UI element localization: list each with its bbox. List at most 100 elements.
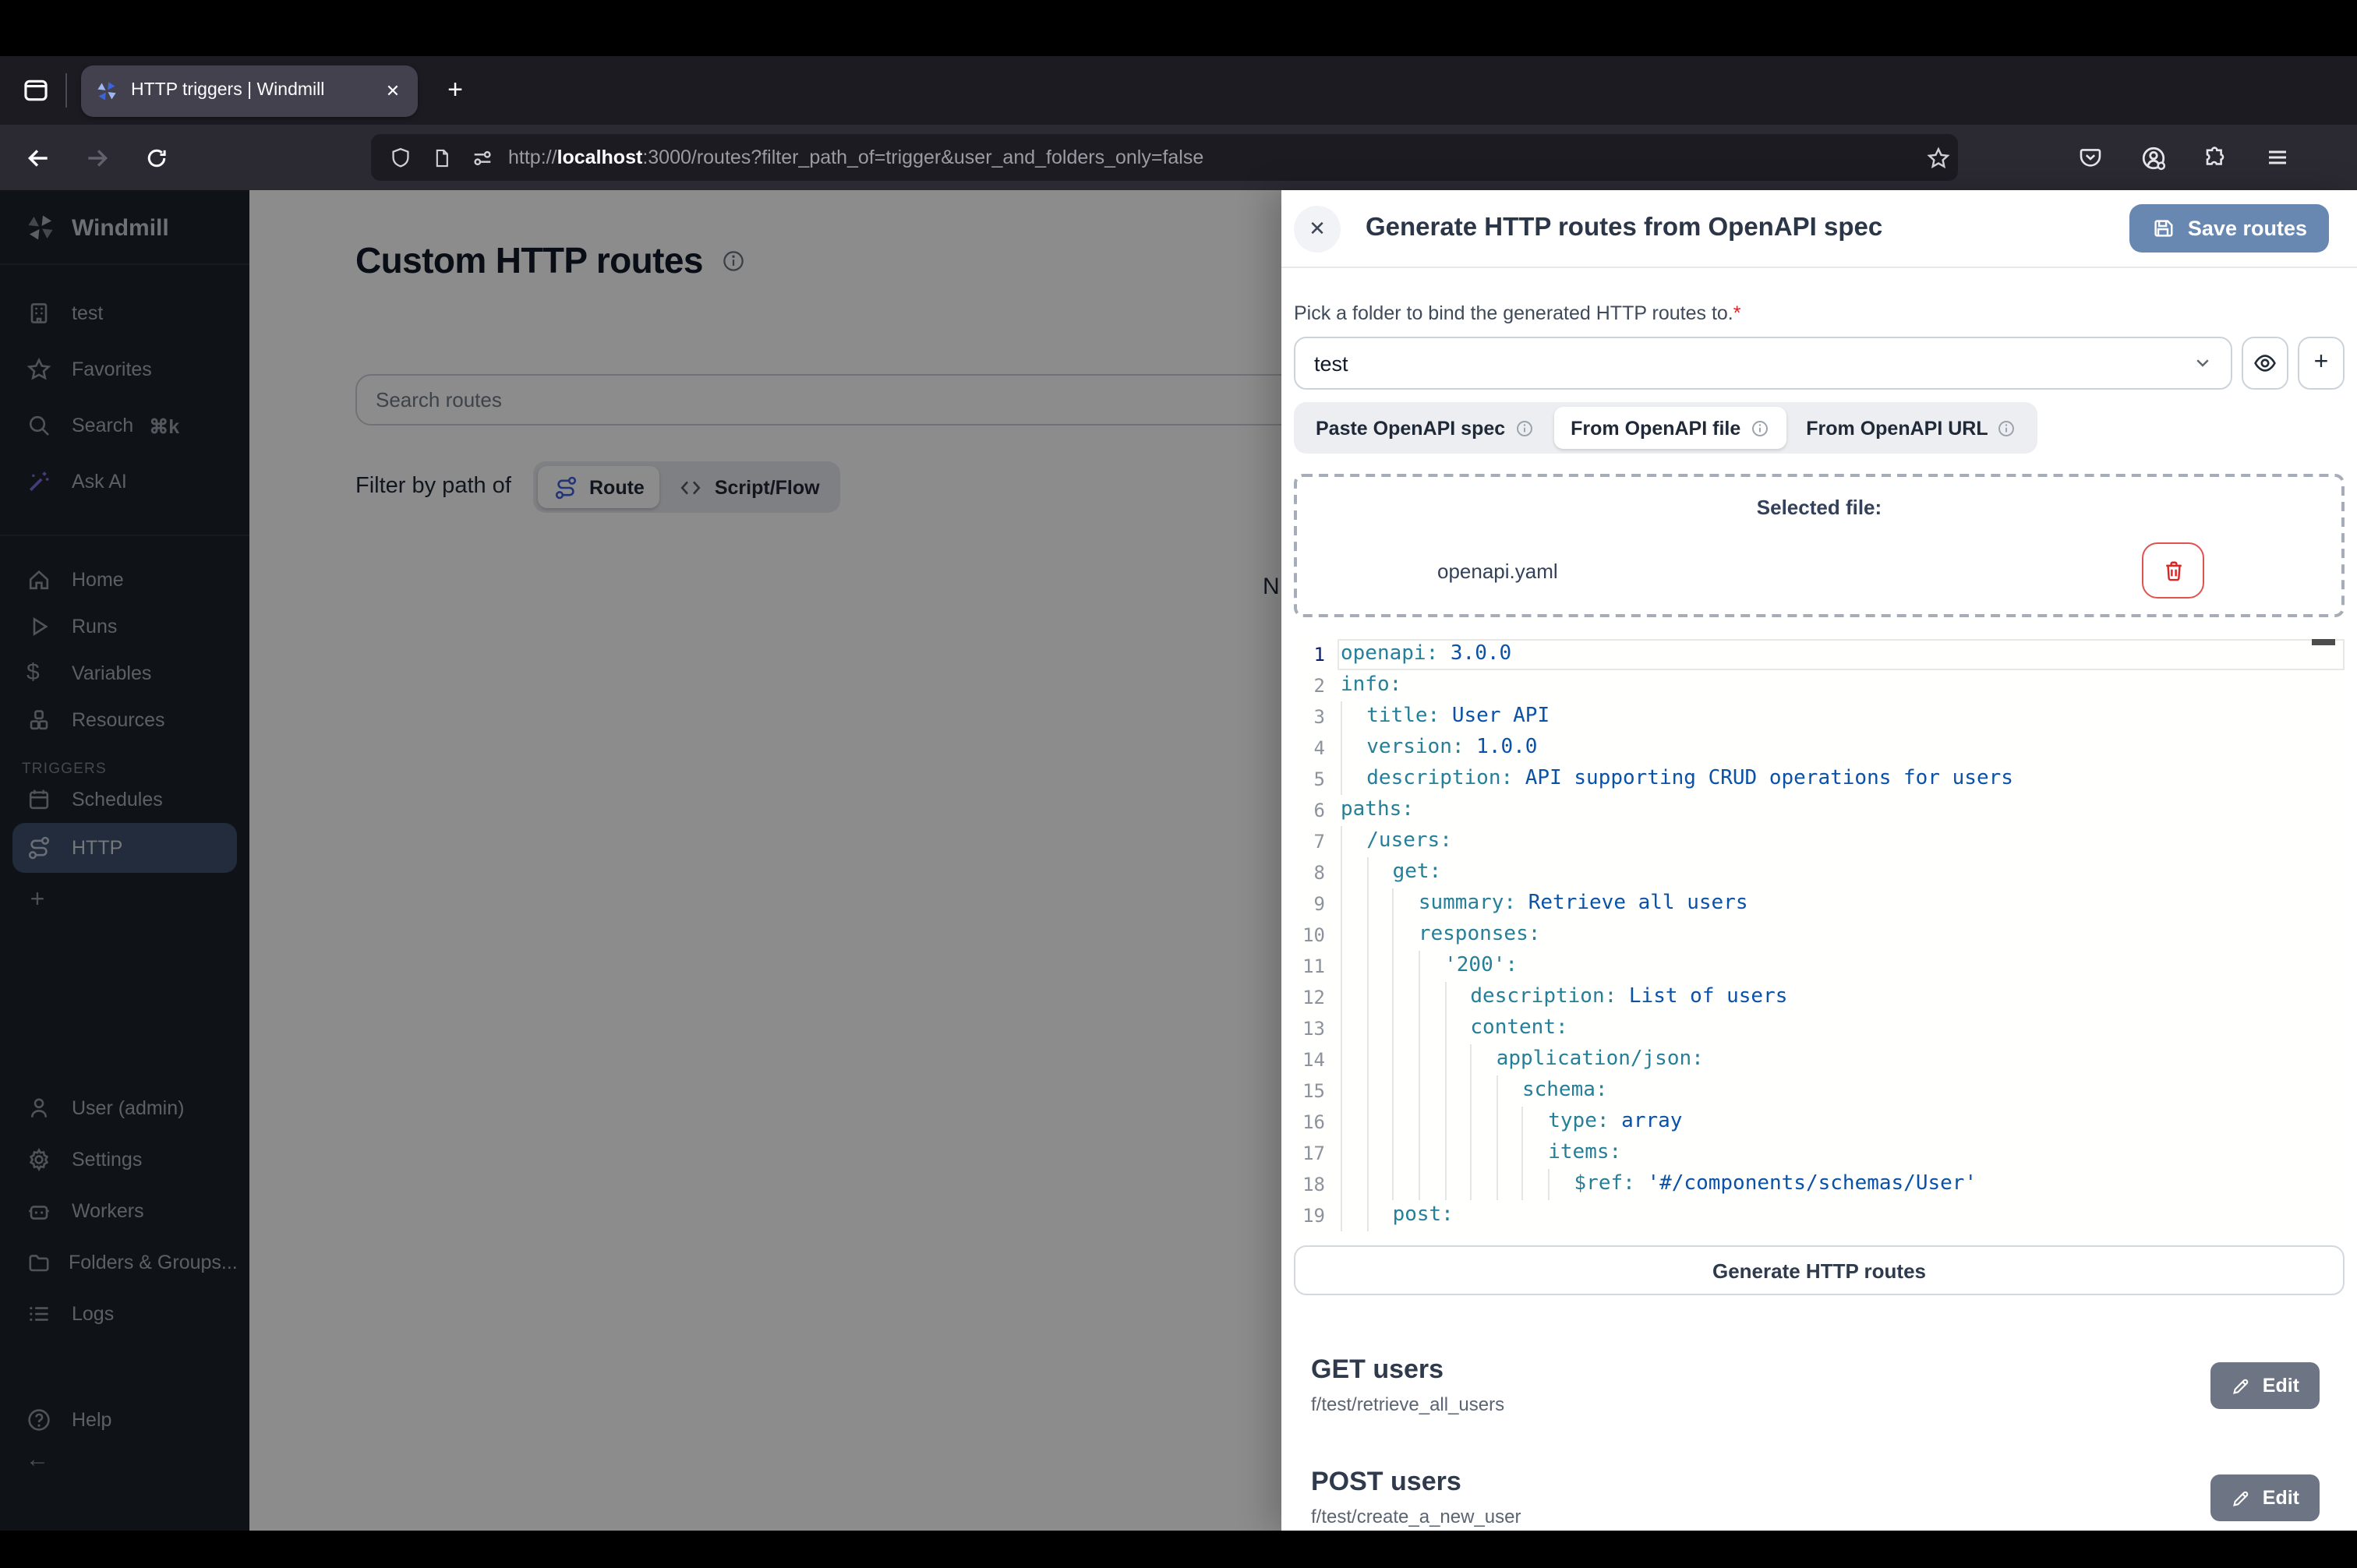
firefox-view-icon[interactable]	[12, 67, 59, 114]
permissions-icon[interactable]	[461, 146, 502, 169]
menu-hamburger-icon[interactable]	[2254, 134, 2301, 181]
yaml-key: info:	[1341, 673, 1401, 697]
generate-http-routes-button[interactable]: Generate HTTP routes	[1294, 1245, 2345, 1295]
folder-select[interactable]: test	[1294, 337, 2232, 390]
line-number: 13	[1294, 1018, 1325, 1040]
file-name: openapi.yaml	[1437, 559, 2142, 582]
tab-from-openapi-file[interactable]: From OpenAPI file	[1553, 407, 1786, 449]
extensions-puzzle-icon[interactable]	[2192, 134, 2239, 181]
drawer-header: ✕ Generate HTTP routes from OpenAPI spec…	[1281, 190, 2357, 268]
route-row-post-users: POST users f/test/create_a_new_userEdit	[1294, 1456, 2345, 1540]
file-dropzone[interactable]: Selected file: openapi.yaml	[1294, 474, 2345, 617]
code-line: 17 items:	[1294, 1138, 2345, 1169]
folder-select-value: test	[1314, 351, 2193, 375]
code-text: title: User API	[1341, 701, 1550, 733]
code-text: info:	[1341, 670, 1401, 701]
account-icon[interactable]	[2129, 134, 2176, 181]
browser-tab[interactable]: HTTP triggers | Windmill ✕	[81, 65, 418, 116]
line-number: 8	[1294, 862, 1325, 884]
forward-button[interactable]	[73, 134, 120, 181]
delete-file-button[interactable]	[2142, 542, 2204, 599]
yaml-key: '200':	[1444, 954, 1518, 977]
code-line: 10 responses:	[1294, 920, 2345, 951]
openapi-code-editor[interactable]: 1openapi: 3.0.02info:3title: User API4ve…	[1294, 639, 2345, 1238]
yaml-key: description:	[1470, 985, 1617, 1008]
route-row-get-users: GET usersf/test/retrieve_all_users Edit	[1294, 1344, 2345, 1428]
line-number: 16	[1294, 1111, 1325, 1133]
macos-black-bar	[0, 0, 2357, 56]
code-line: 13content:	[1294, 1013, 2345, 1044]
tab-close-icon[interactable]: ✕	[376, 73, 410, 108]
line-number: 15	[1294, 1080, 1325, 1102]
back-button[interactable]	[14, 134, 61, 181]
yaml-key: items:	[1548, 1141, 1621, 1164]
openapi-drawer: ✕ Generate HTTP routes from OpenAPI spec…	[1281, 190, 2357, 1531]
line-number: 7	[1294, 831, 1325, 853]
drawer-title: Generate HTTP routes from OpenAPI spec	[1366, 214, 2130, 243]
code-text: description: List of users	[1341, 982, 1787, 1013]
code-text: type: array	[1341, 1107, 1682, 1138]
tab-label: Paste OpenAPI spec	[1316, 417, 1505, 439]
yaml-key: summary:	[1419, 892, 1516, 915]
pocket-icon[interactable]	[2067, 134, 2114, 181]
close-icon[interactable]: ✕	[1294, 205, 1341, 252]
code-text: paths:	[1341, 795, 1414, 826]
url-host: localhost	[557, 147, 643, 168]
route-path: f/test/create_a_new_user	[1311, 1503, 2211, 1531]
editor-scrollbar-thumb[interactable]	[2312, 639, 2335, 645]
yaml-key: schema:	[1522, 1079, 1608, 1102]
code-text: description: API supporting CRUD operati…	[1341, 764, 2013, 795]
code-line: 18$ref: '#/components/schemas/User'	[1294, 1169, 2345, 1200]
info-icon[interactable]	[1750, 418, 1769, 437]
tab-paste-openapi-spec[interactable]: Paste OpenAPI spec	[1299, 407, 1550, 449]
code-text: post:	[1341, 1200, 1454, 1231]
edit-route-button[interactable]: Edit	[2211, 1362, 2320, 1409]
route-title: POST users	[1311, 1465, 2211, 1499]
reload-button[interactable]	[133, 134, 179, 181]
required-asterisk: *	[1733, 302, 1741, 324]
code-line: 19 post:	[1294, 1200, 2345, 1231]
line-number: 19	[1294, 1205, 1325, 1227]
tab-label: From OpenAPI URL	[1806, 417, 1988, 439]
tab-separator	[65, 73, 67, 108]
shield-icon[interactable]	[380, 147, 421, 168]
yaml-key: title:	[1366, 705, 1440, 728]
selected-file-label: Selected file:	[1297, 496, 2341, 519]
line-number: 12	[1294, 987, 1325, 1008]
page-info-icon[interactable]	[421, 147, 461, 168]
code-text: responses:	[1341, 920, 1540, 951]
source-tab-group: Paste OpenAPI spec From OpenAPI file From …	[1294, 402, 2038, 454]
line-number: 10	[1294, 924, 1325, 946]
code-line: 6paths:	[1294, 795, 2345, 826]
code-text: /users:	[1341, 826, 1452, 857]
route-info: GET usersf/test/retrieve_all_users	[1311, 1353, 2211, 1418]
tab-from-openapi-url[interactable]: From OpenAPI URL	[1789, 407, 2033, 449]
generated-route-list: GET usersf/test/retrieve_all_usersEditPO…	[1294, 1344, 2345, 1568]
browser-toolbar-icons	[2067, 134, 2301, 181]
edit-route-button[interactable]: Edit	[2211, 1474, 2320, 1521]
line-number: 5	[1294, 768, 1325, 790]
code-line: 8get:	[1294, 857, 2345, 888]
yaml-value: 1.0.0	[1465, 736, 1538, 759]
info-icon[interactable]	[1998, 418, 2016, 437]
route-info: POST users f/test/create_a_new_user	[1311, 1465, 2211, 1531]
browser-tab-bar: HTTP triggers | Windmill ✕ +	[0, 56, 2357, 125]
folder-bind-label: Pick a folder to bind the generated HTTP…	[1294, 302, 1733, 324]
info-icon[interactable]	[1514, 418, 1533, 437]
line-number: 17	[1294, 1142, 1325, 1164]
bookmark-star-icon[interactable]	[1917, 146, 1958, 169]
tab-title: HTTP triggers | Windmill	[131, 81, 376, 100]
code-text: summary: Retrieve all users	[1341, 888, 1748, 920]
code-line: 16 type: array	[1294, 1107, 2345, 1138]
folder-select-row: test +	[1294, 337, 2345, 390]
yaml-key: responses:	[1419, 923, 1541, 946]
edit-label: Edit	[2263, 1375, 2299, 1397]
add-folder-button[interactable]: +	[2298, 337, 2345, 390]
save-routes-button[interactable]: Save routes	[2130, 204, 2329, 253]
new-tab-button[interactable]: +	[433, 69, 477, 112]
url-bar[interactable]: http://localhost:3000/routes?filter_path…	[371, 134, 1958, 181]
preview-folder-eye-button[interactable]	[2242, 337, 2288, 390]
url-text[interactable]: http://localhost:3000/routes?filter_path…	[508, 147, 1917, 168]
yaml-value: array	[1610, 1110, 1683, 1133]
save-routes-label: Save routes	[2188, 217, 2307, 240]
